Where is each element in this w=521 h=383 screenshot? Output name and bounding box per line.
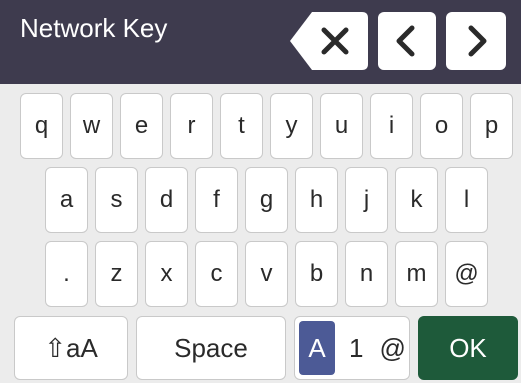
mode-letters-selected: A [299, 321, 335, 375]
field-title: Network Key [20, 13, 168, 43]
key-f[interactable]: f [195, 167, 238, 233]
key-l[interactable]: l [445, 167, 488, 233]
cursor-left-button[interactable] [378, 12, 436, 70]
backspace-icon [290, 12, 368, 70]
key-n[interactable]: n [345, 241, 388, 307]
key-at[interactable]: @ [445, 241, 488, 307]
key-g[interactable]: g [245, 167, 288, 233]
key-k[interactable]: k [395, 167, 438, 233]
key-z[interactable]: z [95, 241, 138, 307]
mode-symbols: @ [379, 332, 406, 363]
key-q[interactable]: q [20, 93, 63, 159]
key-a[interactable]: a [45, 167, 88, 233]
title-bar: Network Key [0, 0, 521, 84]
input-mode-button[interactable]: A 1 @ [294, 316, 410, 380]
key-j[interactable]: j [345, 167, 388, 233]
key-y[interactable]: y [270, 93, 313, 159]
key-p[interactable]: p [470, 93, 513, 159]
cursor-right-button[interactable] [446, 12, 506, 70]
key-t[interactable]: t [220, 93, 263, 159]
key-s[interactable]: s [95, 167, 138, 233]
key-period[interactable]: . [45, 241, 88, 307]
key-c[interactable]: c [195, 241, 238, 307]
key-e[interactable]: e [120, 93, 163, 159]
ok-label: OK [449, 332, 487, 363]
mode-numbers: 1 [349, 332, 364, 363]
key-w[interactable]: w [70, 93, 113, 159]
key-v[interactable]: v [245, 241, 288, 307]
key-h[interactable]: h [295, 167, 338, 233]
key-u[interactable]: u [320, 93, 363, 159]
key-i[interactable]: i [370, 93, 413, 159]
key-r[interactable]: r [170, 93, 213, 159]
ok-button[interactable]: OK [418, 316, 518, 380]
key-d[interactable]: d [145, 167, 188, 233]
backspace-button[interactable] [290, 12, 368, 70]
key-o[interactable]: o [420, 93, 463, 159]
key-b[interactable]: b [295, 241, 338, 307]
key-x[interactable]: x [145, 241, 188, 307]
space-button[interactable]: Space [136, 316, 286, 380]
chevron-right-icon [468, 25, 487, 57]
shift-case-label: ⇧aA [44, 332, 98, 363]
key-m[interactable]: m [395, 241, 438, 307]
chevron-left-icon [396, 25, 415, 57]
shift-case-button[interactable]: ⇧aA [14, 316, 128, 380]
space-label: Space [174, 332, 248, 363]
